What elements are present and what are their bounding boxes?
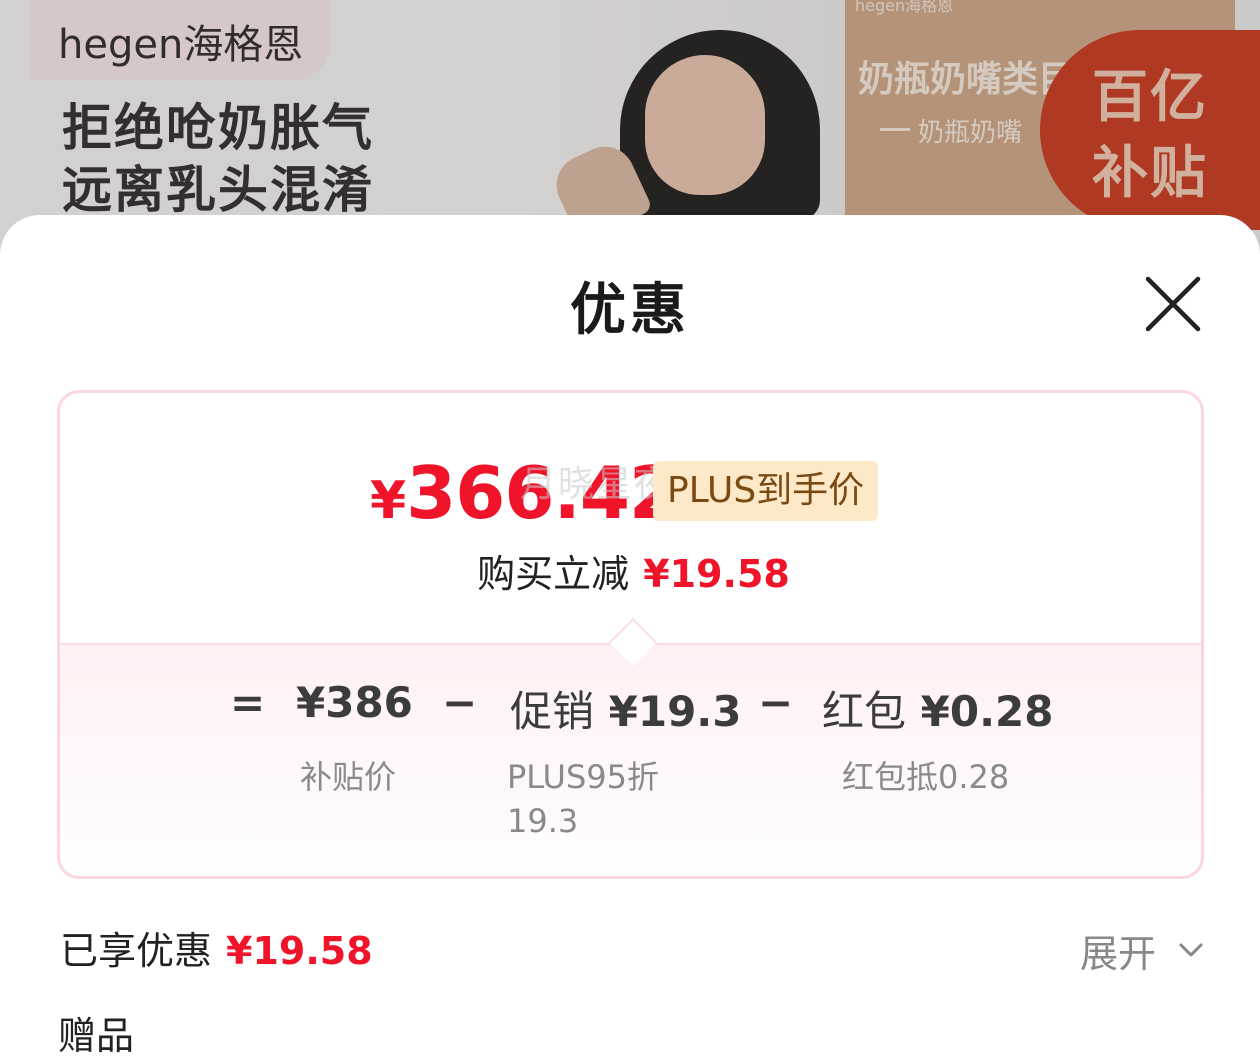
base-price-caption: 补贴价 [300, 758, 397, 796]
redpack-item: 红包 ¥0.28 [822, 678, 1054, 739]
enjoyed-label: 已享优惠 [60, 929, 213, 973]
redpack-label: 红包 [822, 687, 907, 736]
gift-section-label: 赠品 [58, 1014, 135, 1058]
instant-discount-value: ¥19.58 [643, 552, 790, 596]
redpack-value: ¥0.28 [920, 687, 1054, 736]
instant-discount-label: 购买立减 [477, 552, 630, 596]
minus-sign-1: − [442, 678, 478, 727]
chevron-down-icon[interactable] [1176, 935, 1206, 965]
price-card: ¥366.42 月晓星夜 PLUS到手价 购买立减 ¥19.58 = ¥386 −… [57, 390, 1204, 879]
equals-sign: = [230, 678, 266, 727]
plus-price-tag: PLUS到手价 [653, 461, 879, 521]
promo-label: 促销 [510, 687, 595, 736]
redpack-caption: 红包抵0.28 [842, 758, 1010, 796]
enjoyed-discount-row: 已享优惠 ¥19.58 [60, 920, 373, 975]
close-icon [1145, 276, 1201, 332]
base-price-value: ¥386 [296, 678, 413, 727]
discount-sheet: 优惠 ¥366.42 月晓星夜 PLUS到手价 购买立减 ¥19.58 = ¥38… [0, 215, 1260, 1062]
enjoyed-value: ¥19.58 [226, 929, 373, 973]
minus-sign-2: − [758, 678, 794, 727]
promo-item: 促销 ¥19.3 [510, 678, 742, 739]
instant-discount-line: 购买立减 ¥19.58 [60, 543, 1201, 598]
final-price-currency: ¥ [370, 471, 407, 531]
watermark: 月晓星夜 [520, 464, 673, 505]
price-formula: = ¥386 − 促销 ¥19.3 − 红包 ¥0.28 [60, 678, 1201, 739]
promo-caption-line1: PLUS95折 [507, 758, 659, 796]
expand-button[interactable]: 展开 [1080, 923, 1156, 978]
promo-caption: PLUS95折 19.3 [507, 755, 659, 843]
promo-caption-line2: 19.3 [507, 802, 579, 840]
close-button[interactable] [1140, 271, 1206, 337]
promo-value: ¥19.3 [608, 687, 742, 736]
sheet-title: 优惠 [570, 278, 690, 343]
